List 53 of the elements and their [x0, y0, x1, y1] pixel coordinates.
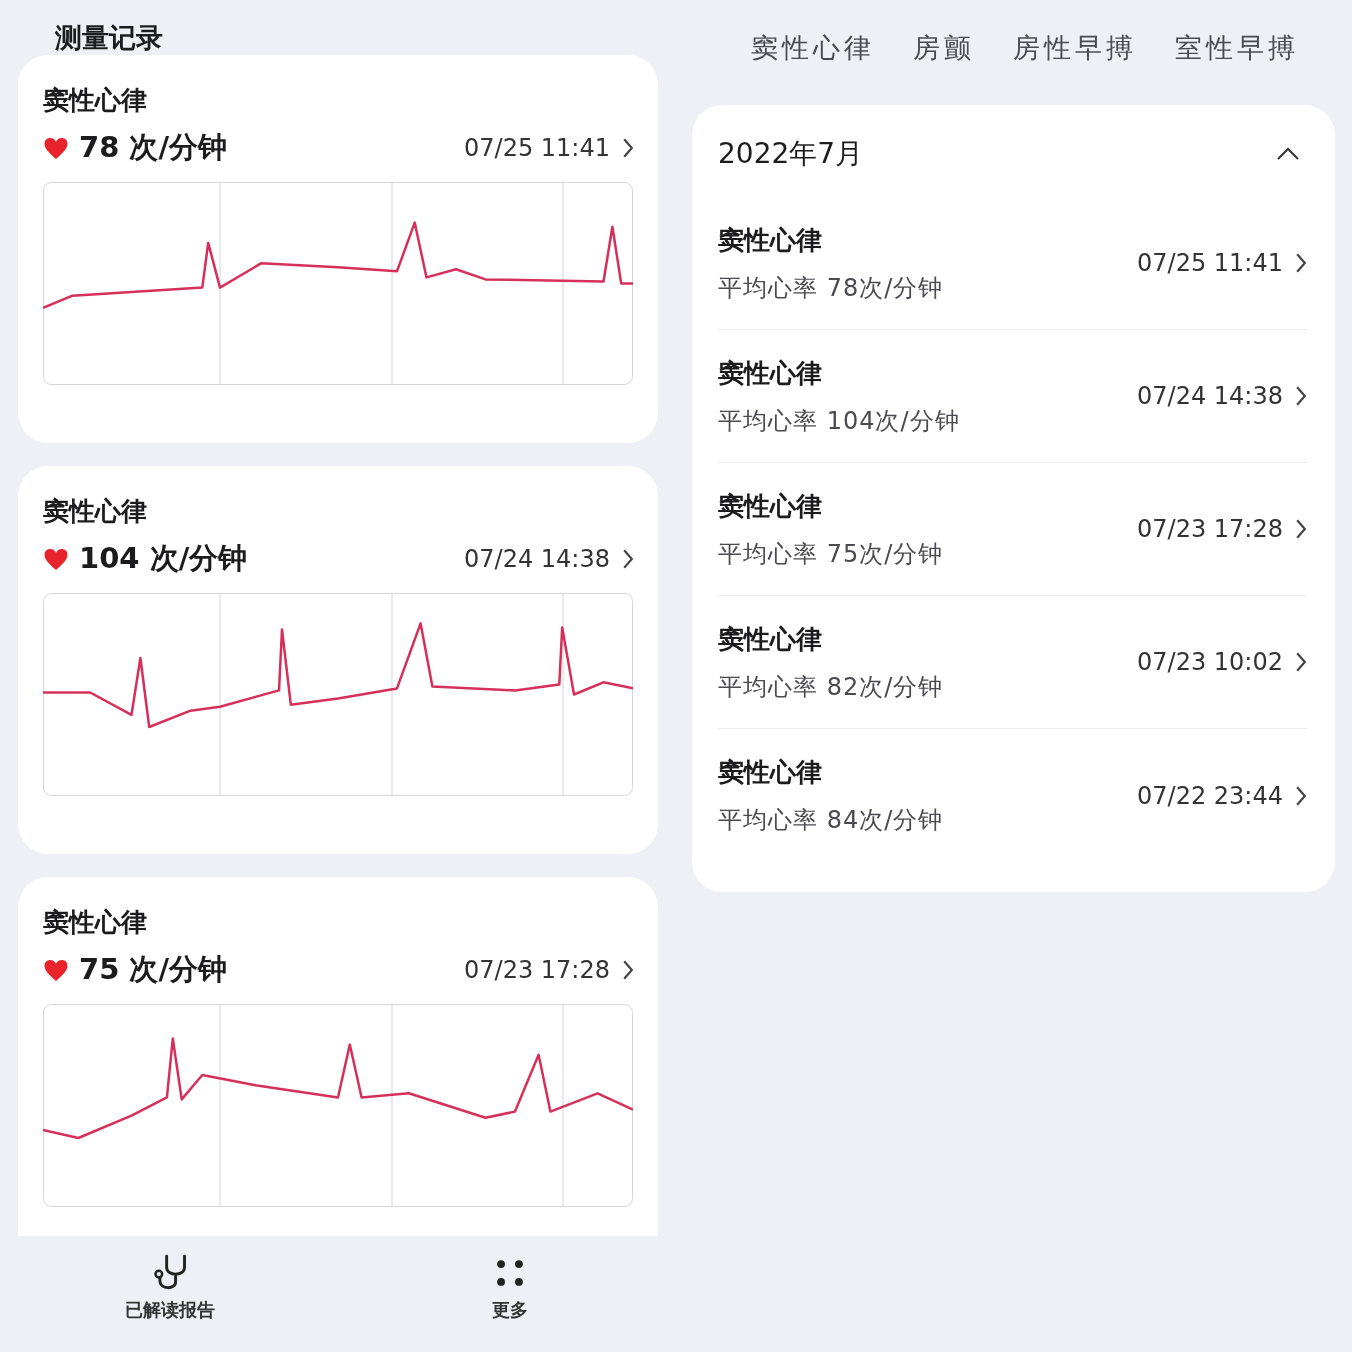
record-time: 07/24 14:38: [1137, 382, 1283, 410]
heart-rate: 78 次/分钟: [79, 129, 228, 166]
chevron-right-icon: [1295, 252, 1307, 274]
heart-rate: 104 次/分钟: [79, 540, 248, 577]
record-title: 窦性心律: [43, 495, 148, 528]
record-time: 07/22 23:44: [1137, 781, 1283, 810]
chevron-right-icon: [622, 137, 634, 159]
caret-up-icon[interactable]: [1275, 146, 1301, 162]
heart-icon: [43, 958, 69, 982]
record-summary: 平均心率 82次/分钟: [718, 671, 944, 703]
record-summary: 平均心率 78次/分钟: [718, 272, 944, 304]
record-title: 窦性心律: [43, 906, 148, 939]
nav-label[interactable]: 更多: [492, 1298, 528, 1322]
record-row[interactable]: 窦性心律 平均心率 82次/分钟 07/23 10:02: [718, 596, 1307, 729]
record-title: 窦性心律: [718, 223, 823, 257]
page-title: 测量记录: [54, 21, 164, 55]
record-row[interactable]: 窦性心律 平均心率 78次/分钟 07/25 11:41: [718, 197, 1307, 330]
record-summary: 平均心率 75次/分钟: [718, 538, 944, 570]
tab[interactable]: 窦性心律: [751, 30, 875, 105]
tab[interactable]: 室性早搏: [1175, 30, 1299, 105]
chevron-right-icon: [1295, 385, 1307, 407]
chevron-right-icon: [622, 548, 634, 570]
record-row[interactable]: 窦性心律 平均心率 104次/分钟 07/24 14:38: [718, 330, 1307, 463]
record-card[interactable]: 窦性心律 104 次/分钟 07/24 14:38: [18, 466, 658, 854]
record-title: 窦性心律: [718, 356, 823, 390]
record-time: 07/23 10:02: [1137, 648, 1283, 676]
record-card[interactable]: 窦性心律 78 次/分钟 07/25 11:41: [18, 55, 658, 443]
record-title: 窦性心律: [43, 84, 148, 117]
chevron-right-icon: [622, 959, 634, 981]
heart-rate: 75 次/分钟: [79, 951, 228, 988]
record-time: 07/23 17:28: [464, 956, 610, 984]
chevron-right-icon: [1295, 784, 1307, 807]
record-row[interactable]: 窦性心律 平均心率 84次/分钟 07/22 23:44: [718, 729, 1307, 862]
nav-label[interactable]: 已解读报告: [125, 1298, 215, 1322]
heart-icon: [43, 547, 69, 571]
record-time: 07/25 11:41: [464, 134, 610, 162]
record-time: 07/24 14:38: [464, 545, 610, 573]
record-title: 窦性心律: [718, 489, 823, 523]
record-card[interactable]: 窦性心律 75 次/分钟 07/23 17:28: [18, 877, 658, 1236]
record-time: 07/23 17:28: [1137, 515, 1283, 543]
month-title: 2022年7月: [718, 136, 864, 172]
stethoscope-icon[interactable]: [151, 1254, 189, 1292]
tab[interactable]: 房颤: [913, 30, 975, 105]
heart-icon: [43, 136, 69, 160]
record-title: 窦性心律: [718, 622, 823, 656]
record-row[interactable]: 窦性心律 平均心率 75次/分钟 07/23 17:28: [718, 463, 1307, 596]
tab[interactable]: 房性早搏: [1013, 30, 1137, 105]
record-title: 窦性心律: [718, 756, 823, 789]
record-summary: 平均心率 104次/分钟: [718, 405, 960, 437]
chevron-right-icon: [1295, 651, 1307, 673]
record-summary: 平均心率 84次/分钟: [718, 805, 944, 836]
chevron-right-icon: [1295, 518, 1307, 540]
record-time: 07/25 11:41: [1137, 249, 1283, 277]
